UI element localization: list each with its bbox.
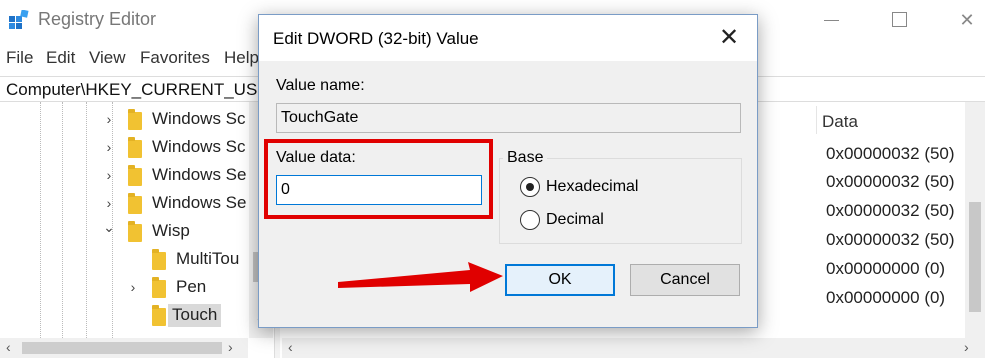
folder-icon	[128, 109, 142, 130]
radio-label[interactable]: Hexadecimal	[546, 178, 638, 196]
maximize-icon	[892, 12, 907, 27]
menu-view[interactable]: View	[89, 48, 126, 68]
chevron-left-icon[interactable]: ‹	[6, 339, 11, 355]
close-icon: ✕	[959, 10, 975, 30]
window-title: Registry Editor	[38, 9, 157, 29]
tree-item-label[interactable]: Windows Sc	[148, 136, 250, 159]
data-cell[interactable]: 0x00000000 (0)	[826, 259, 945, 279]
folder-icon	[152, 305, 166, 326]
value-data-input[interactable]	[276, 175, 482, 205]
tree-item-windows-se-1[interactable]: › Windows Se	[0, 162, 250, 190]
radio-hexadecimal[interactable]: Hexadecimal	[520, 175, 670, 199]
folder-icon	[128, 165, 142, 186]
close-button[interactable]: ✕	[944, 0, 985, 40]
tree-item-label[interactable]: Windows Sc	[148, 108, 250, 131]
data-column-header[interactable]: Data	[822, 112, 858, 132]
cancel-button[interactable]: Cancel	[630, 264, 740, 296]
folder-icon	[128, 137, 142, 158]
chevron-right-icon[interactable]: ›	[102, 139, 116, 155]
tree-item-wisp[interactable]: ⌄ Wisp	[0, 218, 250, 246]
data-cell[interactable]: 0x00000032 (50)	[826, 172, 955, 192]
values-pane: Data 0x00000032 (50) 0x00000032 (50) 0x0…	[756, 102, 985, 338]
dialog-close-button[interactable]: ✕	[709, 22, 749, 56]
folder-icon	[152, 249, 166, 270]
minimize-button[interactable]	[808, 0, 854, 40]
tree-item-label[interactable]: Wisp	[148, 220, 194, 243]
tree-item-pen[interactable]: › Pen	[0, 274, 250, 302]
tree-item-multitouch[interactable]: MultiTou	[0, 246, 250, 274]
chevron-right-icon[interactable]: ›	[228, 339, 233, 355]
tree-item-label[interactable]: Windows Se	[148, 164, 250, 187]
column-divider[interactable]	[816, 106, 817, 134]
address-path[interactable]: Computer\HKEY_CURRENT_USER	[6, 80, 281, 100]
chevron-down-icon[interactable]: ⌄	[102, 219, 116, 236]
radio-unchecked-icon[interactable]	[520, 210, 540, 230]
tree-item-label[interactable]: Windows Se	[148, 192, 250, 215]
chevron-right-icon[interactable]: ›	[102, 195, 116, 211]
tree-horizontal-scrollbar[interactable]: ‹ ›	[0, 338, 248, 358]
values-horizontal-scrollbar[interactable]: ‹ ›	[282, 338, 985, 358]
close-icon: ✕	[718, 24, 740, 51]
tree-item-label[interactable]: Pen	[172, 276, 210, 299]
scrollbar-thumb[interactable]	[969, 202, 981, 312]
chevron-right-icon[interactable]: ›	[126, 279, 140, 295]
tree-item-windows-sc-2[interactable]: › Windows Sc	[0, 134, 250, 162]
chevron-right-icon[interactable]: ›	[964, 339, 969, 355]
data-cell[interactable]: 0x00000000 (0)	[826, 288, 945, 308]
scrollbar-thumb[interactable]	[22, 342, 222, 354]
menu-favorites[interactable]: Favorites	[140, 48, 210, 68]
ok-button[interactable]: OK	[505, 264, 615, 296]
tree-pane: › Windows Sc › Windows Sc › Windows Se ›…	[0, 102, 274, 338]
registry-editor-icon	[9, 10, 29, 29]
data-cell[interactable]: 0x00000032 (50)	[826, 144, 955, 164]
base-group-label: Base	[503, 149, 548, 167]
chevron-right-icon[interactable]: ›	[102, 111, 116, 127]
minimize-icon	[824, 20, 839, 21]
folder-icon	[152, 277, 166, 298]
menu-edit[interactable]: Edit	[46, 48, 75, 68]
radio-checked-icon[interactable]	[520, 177, 540, 197]
data-cell[interactable]: 0x00000032 (50)	[826, 201, 955, 221]
radio-label[interactable]: Decimal	[546, 211, 604, 229]
edit-dword-dialog: Edit DWORD (32-bit) Value ✕ Value name: …	[258, 14, 758, 328]
radio-decimal[interactable]: Decimal	[520, 208, 670, 232]
value-data-label: Value data:	[276, 149, 356, 166]
data-cell[interactable]: 0x00000032 (50)	[826, 230, 955, 250]
dialog-title: Edit DWORD (32-bit) Value	[273, 29, 479, 48]
values-scrollbar[interactable]	[965, 102, 985, 338]
chevron-right-icon[interactable]: ›	[102, 167, 116, 183]
dialog-title-bar: Edit DWORD (32-bit) Value ✕	[259, 15, 757, 61]
menu-help[interactable]: Help	[224, 48, 259, 68]
folder-icon	[128, 193, 142, 214]
tree-item-label[interactable]: MultiTou	[172, 248, 243, 271]
value-name-field: TouchGate	[276, 103, 741, 133]
folder-icon	[128, 221, 142, 242]
maximize-button[interactable]	[876, 0, 922, 40]
menu-file[interactable]: File	[6, 48, 33, 68]
tree-item-label[interactable]: Touch	[168, 304, 222, 327]
tree-item-windows-se-2[interactable]: › Windows Se	[0, 190, 250, 218]
tree-item-touch[interactable]: Touch	[0, 302, 250, 330]
chevron-left-icon[interactable]: ‹	[288, 339, 293, 355]
value-name-label: Value name:	[276, 77, 365, 94]
tree-item-windows-sc-1[interactable]: › Windows Sc	[0, 106, 250, 134]
value-name-text: TouchGate	[281, 109, 359, 126]
